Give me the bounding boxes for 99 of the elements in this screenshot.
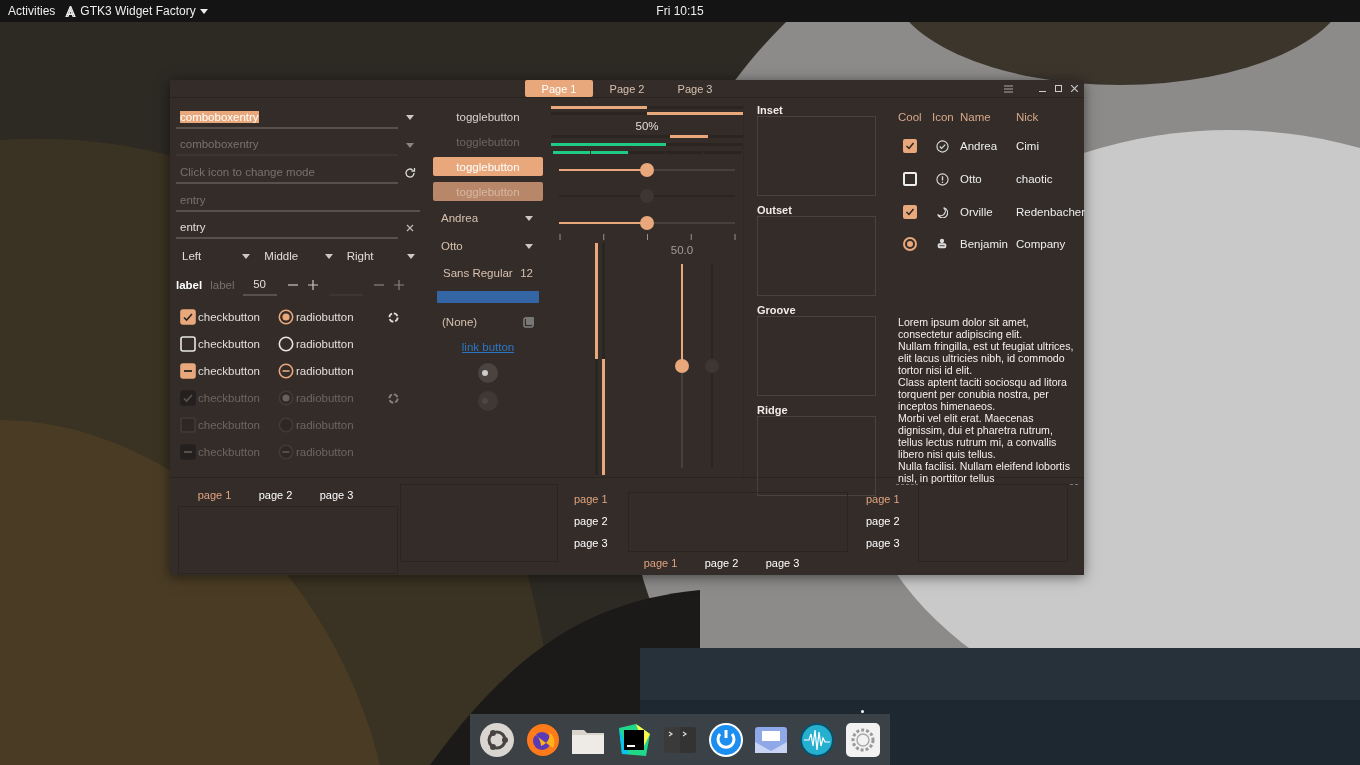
- text-paragraph: Morbi vel elit erat. Maecenas dignissim, dui et pharetra rutrum, tellus lectus rutrum mi, a convallis libero nisi quis tellus.: [898, 411, 1058, 460]
- table-cell-text: Redenbacher: [1015, 204, 1086, 220]
- slider-thumb[interactable]: [640, 162, 654, 177]
- table-cell-text: Orville: [959, 204, 994, 220]
- entry-field[interactable]: entry: [176, 217, 398, 240]
- power-circle-icon[interactable]: [707, 721, 744, 758]
- toggle-button[interactable]: togglebutton: [433, 107, 543, 126]
- column-header[interactable]: Cool: [896, 104, 930, 130]
- scale-value: 50.0: [670, 242, 694, 258]
- dropdown[interactable]: Right: [340, 245, 421, 268]
- slider-thumb[interactable]: [675, 358, 689, 373]
- maximize-icon[interactable]: [1055, 85, 1062, 92]
- page-tab[interactable]: Page 2: [593, 80, 661, 97]
- app-logo-icon: [65, 5, 77, 17]
- close-icon: [405, 224, 414, 233]
- label: label: [176, 279, 203, 292]
- radio-button[interactable]: radiobutton: [274, 336, 368, 353]
- font-button[interactable]: Sans Regular 12: [433, 260, 543, 285]
- notebook-tab[interactable]: page 1: [630, 552, 691, 574]
- notebook-tab[interactable]: page 2: [866, 510, 910, 532]
- column-header[interactable]: Icon: [930, 104, 958, 130]
- exclamation-circle-icon: [936, 172, 949, 186]
- caret-icon: [525, 243, 533, 249]
- caret-icon: [525, 215, 533, 221]
- gear-icon[interactable]: [845, 721, 881, 758]
- font-size: 12: [520, 266, 533, 279]
- caret-icon: [199, 8, 208, 14]
- menu-icon[interactable]: [1004, 84, 1013, 93]
- spinner-icon: [388, 392, 399, 404]
- document-icon: [523, 316, 535, 328]
- table-cell-text: Andrea: [959, 139, 999, 155]
- column-header[interactable]: Nick: [1014, 104, 1086, 130]
- spinner-icon: [388, 311, 399, 323]
- checkbox-indicator[interactable]: [903, 139, 917, 154]
- close-icon[interactable]: [1071, 85, 1078, 92]
- notebook-tab[interactable]: page 1: [184, 484, 245, 506]
- dropdown[interactable]: Middle: [258, 245, 339, 268]
- file-chooser-button[interactable]: (None): [433, 309, 543, 335]
- notebook-tab[interactable]: page 2: [574, 510, 618, 532]
- plus-icon: [393, 280, 404, 291]
- notebook-tab[interactable]: page 2: [245, 484, 306, 506]
- table-cell-text: Cimi: [1015, 139, 1040, 155]
- check-circle-icon: [936, 139, 949, 153]
- app-menu[interactable]: GTK3 Widget Factory: [65, 4, 208, 18]
- notebook-tab[interactable]: page 1: [866, 488, 910, 510]
- dim-label: label: [210, 279, 235, 292]
- fox-globe-icon[interactable]: [524, 721, 561, 758]
- caret-icon: [405, 115, 414, 121]
- switch[interactable]: [478, 363, 498, 383]
- text-paragraph: Class aptent taciti sociosqu ad litora torquent per conubia nostra, per inceptos himenaeos.: [898, 375, 1068, 412]
- table-cell-text: Benjamin: [959, 237, 1009, 253]
- square-logo-icon[interactable]: [616, 721, 653, 758]
- progress-text: 50%: [634, 119, 660, 133]
- notebook-tab[interactable]: page 3: [306, 484, 367, 506]
- radio-button[interactable]: radiobutton: [274, 363, 368, 380]
- notebook-tab[interactable]: page 1: [574, 488, 618, 510]
- table-cell-text: chaotic: [1015, 172, 1054, 188]
- frame-title: Ridge: [757, 404, 789, 416]
- font-name: Sans Regular: [443, 266, 513, 279]
- radio-button[interactable]: radiobutton: [274, 309, 368, 326]
- frame-title: Inset: [757, 104, 784, 116]
- spin-field[interactable]: 50: [242, 274, 277, 297]
- clock[interactable]: Fri 10:15: [656, 4, 704, 18]
- entry-field[interactable]: Click icon to change mode: [176, 162, 398, 184]
- refresh-icon: [403, 167, 416, 179]
- caret-icon: [324, 253, 333, 259]
- waveform-icon[interactable]: [799, 721, 836, 758]
- notebook-tab[interactable]: page 3: [752, 552, 813, 574]
- activities-button[interactable]: Activities: [8, 4, 56, 18]
- plus-icon: [307, 280, 318, 291]
- table-cell-text: Company: [1015, 237, 1067, 253]
- slider-thumb[interactable]: [640, 215, 654, 230]
- frame-title: Outset: [757, 204, 793, 216]
- indicator-dot: [861, 709, 864, 713]
- check-button[interactable]: checkbutton: [176, 336, 274, 353]
- notebook-tab[interactable]: page 2: [691, 552, 752, 574]
- check-button[interactable]: checkbutton: [176, 309, 274, 326]
- text-paragraph: Nullam fringilla, est ut feugiat ultrices, elit lacus ultricies nibh, id commodo tortor nisi id elit.: [898, 339, 1075, 376]
- cake-icon: [936, 238, 948, 251]
- caret-icon: [242, 253, 251, 259]
- table-cell-text: Otto: [959, 172, 983, 188]
- text-paragraph: Nulla facilisi. Nullam eleifend lobortis nisl, in porttitor tellus: [898, 459, 1071, 484]
- caret-icon: [407, 253, 415, 259]
- ring-logo-icon[interactable]: [478, 721, 515, 758]
- combo-box[interactable]: Andrea: [433, 204, 543, 232]
- notebook-tab[interactable]: page 3: [574, 532, 618, 554]
- dropdown[interactable]: Left: [176, 245, 257, 268]
- text-paragraph: Lorem ipsum dolor sit amet, consectetur adipiscing elit.: [898, 315, 1030, 340]
- check-button[interactable]: checkbutton: [176, 363, 274, 380]
- notebook-tab[interactable]: page 3: [866, 532, 910, 554]
- radio-indicator[interactable]: [903, 237, 917, 252]
- entry-field[interactable]: entry: [176, 189, 420, 212]
- frame-title: Groove: [757, 304, 797, 316]
- column-header[interactable]: Name: [958, 104, 1014, 130]
- caret-icon: [405, 142, 414, 148]
- crescent-icon: [936, 205, 948, 218]
- combo-box[interactable]: Otto: [433, 232, 543, 260]
- page-tab[interactable]: Page 3: [661, 80, 729, 97]
- checkbox-indicator[interactable]: [903, 204, 917, 219]
